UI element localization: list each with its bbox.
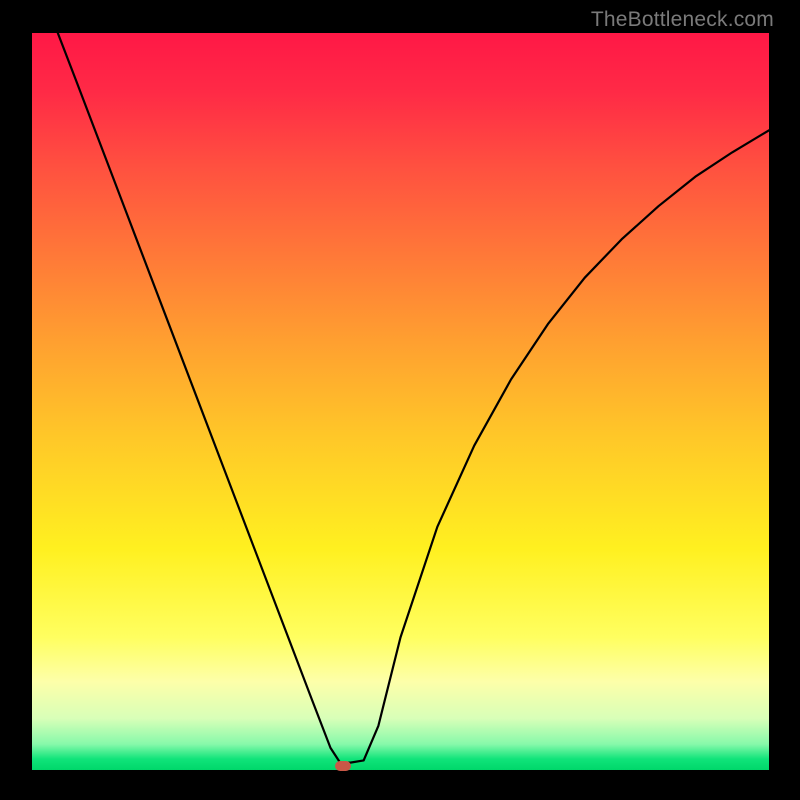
watermark-text: TheBottleneck.com (591, 8, 774, 32)
optimal-point-marker (335, 761, 351, 771)
bottleneck-curve (32, 33, 769, 770)
